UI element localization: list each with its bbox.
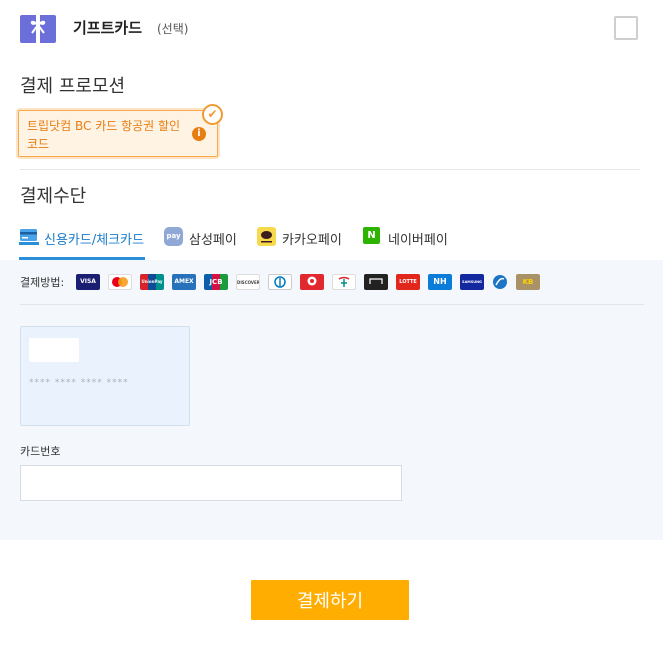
card-number-input[interactable] <box>20 465 402 501</box>
card-number-mask: **** **** **** **** <box>29 378 129 388</box>
credit-card-panel: 결제방법: VISA UnionPay AMEX JCB DISCOVER LO… <box>0 260 663 540</box>
card-logo-mastercard <box>108 274 132 290</box>
card-logo-lotte: LOTTE <box>396 274 420 290</box>
tab-naver-pay[interactable]: N 네이버페이 <box>363 220 463 260</box>
card-preview: **** **** **** **** <box>20 326 190 426</box>
panel-divider <box>20 304 644 305</box>
card-logo-unionpay: UnionPay <box>140 274 164 290</box>
info-icon[interactable]: i <box>192 127 206 141</box>
card-logo-amex: AMEX <box>172 274 196 290</box>
section-divider <box>20 169 640 170</box>
tab-kakao-pay[interactable]: 카카오페이 <box>257 220 357 260</box>
samsung-pay-icon: pay <box>164 227 183 246</box>
gift-card-optional-label: (선택) <box>157 22 189 36</box>
card-chip <box>29 338 79 362</box>
check-icon: ✔ <box>202 104 223 125</box>
credit-card-icon <box>19 229 39 245</box>
tab-samsung-pay-label: 삼성페이 <box>189 233 237 248</box>
gift-card-checkbox[interactable] <box>614 16 638 40</box>
card-number-label: 카드번호 <box>20 445 61 458</box>
payment-tabs: 신용카드/체크카드 pay 삼성페이 카카오페이 N 네이버페이 <box>0 220 663 260</box>
card-logo-jcb: JCB <box>204 274 228 290</box>
card-logo-diners <box>268 274 292 290</box>
tab-credit-card-label: 신용카드/체크카드 <box>44 233 145 248</box>
promotion-coupon[interactable]: 트립닷컴 BC 카드 항공권 할인코드 i <box>18 110 218 157</box>
tab-kakao-pay-label: 카카오페이 <box>282 233 342 248</box>
card-logo-kb: KB <box>516 274 540 290</box>
card-logo-discover: DISCOVER <box>236 274 260 290</box>
pay-button[interactable]: 결제하기 <box>251 580 409 620</box>
card-logo-dark <box>364 274 388 290</box>
gift-card-row[interactable]: 기프트카드 (선택) <box>0 0 663 56</box>
card-logo-blue-circle <box>492 274 508 290</box>
tab-naver-pay-label: 네이버페이 <box>388 233 448 248</box>
tab-credit-card[interactable]: 신용카드/체크카드 <box>19 220 145 260</box>
gift-card-title: 기프트카드 <box>73 19 143 37</box>
card-logo-red <box>300 274 324 290</box>
card-logo-nh: NH <box>428 274 452 290</box>
kakao-pay-icon <box>257 227 276 246</box>
card-logo-samsung: SAMSUNG <box>460 274 484 290</box>
naver-pay-icon: N <box>363 227 380 244</box>
tab-samsung-pay[interactable]: pay 삼성페이 <box>164 220 254 260</box>
gift-card-icon <box>20 15 56 43</box>
payment-methods-label: 결제방법: <box>20 276 65 289</box>
card-logo-hana <box>332 274 356 290</box>
promotion-section-title: 결제 프로모션 <box>20 76 126 97</box>
payment-method-section-title: 결제수단 <box>20 186 87 207</box>
promotion-coupon-text: 트립닷컴 BC 카드 항공권 할인코드 <box>27 119 181 151</box>
card-logo-visa: VISA <box>76 274 100 290</box>
